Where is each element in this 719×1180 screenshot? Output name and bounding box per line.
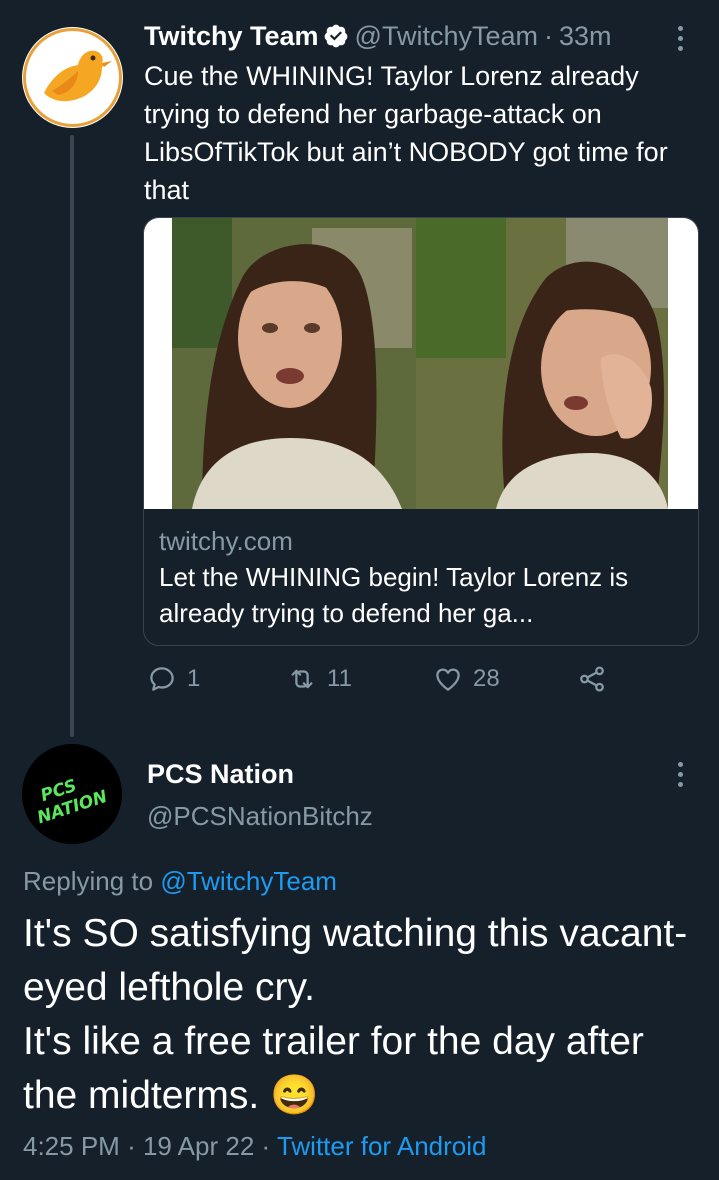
reply-count: 1: [187, 665, 201, 692]
share-icon: [580, 666, 604, 692]
retweet-count: 11: [327, 665, 352, 692]
author-name[interactable]: PCS Nation: [147, 756, 294, 792]
replying-prefix: Replying to: [23, 866, 154, 896]
tweet1-actions: 1 11 28: [147, 664, 617, 704]
twitchy-avatar[interactable]: [22, 27, 123, 128]
separator: ·: [127, 1131, 136, 1161]
tweet2-text-line2-content: It's like a free trailer for the day aft…: [23, 1020, 644, 1117]
card-photo-right: [416, 218, 668, 509]
tweet-time: 4:25 PM: [23, 1131, 120, 1161]
twitchy-bird-icon: [23, 28, 122, 127]
tweet1-header: Twitchy Team @TwitchyTeam · 33m: [144, 18, 612, 54]
card-meta: twitchy.com Let the WHINING begin! Taylo…: [159, 523, 689, 631]
retweet-button[interactable]: 11: [287, 664, 352, 694]
card-title: Let the WHINING begin! Taylor Lorenz is …: [159, 562, 629, 628]
verified-badge-icon: [324, 24, 347, 48]
share-button[interactable]: [577, 664, 607, 694]
link-card[interactable]: twitchy.com Let the WHINING begin! Taylo…: [143, 217, 699, 646]
separator: ·: [261, 1131, 271, 1161]
reply-button[interactable]: 1: [147, 664, 200, 694]
pcs-nation-logo: PCS NATION: [22, 744, 122, 844]
tweet1-text: Cue the WHINING! Taylor Lorenz already t…: [144, 61, 668, 205]
retweet-icon: [291, 669, 313, 689]
tweet2-text-line1: It's SO satisfying watching this vacant-…: [23, 912, 688, 1009]
like-count: 28: [473, 665, 500, 692]
reply-icon: [150, 667, 174, 691]
card-domain: twitchy.com: [159, 526, 293, 556]
more-options-icon[interactable]: [678, 26, 688, 56]
tweet2-footer: 4:25 PM · 19 Apr 22 · Twitter for Androi…: [23, 1126, 487, 1166]
replying-mention[interactable]: @TwitchyTeam: [160, 866, 337, 896]
tweet2-text: It's SO satisfying watching this vacant-…: [23, 907, 703, 1123]
card-image: [144, 218, 698, 509]
pcs-nation-avatar[interactable]: PCS NATION: [22, 744, 122, 844]
author-name[interactable]: Twitchy Team: [144, 21, 319, 51]
tweet-time[interactable]: 33m: [559, 21, 612, 51]
tweet2-text-line2: It's like a free trailer for the day aft…: [23, 1015, 703, 1123]
author-handle[interactable]: @TwitchyTeam: [355, 21, 538, 51]
like-icon: [436, 668, 460, 691]
tweet-date: 19 Apr 22: [142, 1131, 255, 1161]
separator: ·: [544, 21, 553, 51]
replying-to: Replying to @TwitchyTeam: [23, 863, 337, 899]
thread-line: [70, 135, 74, 737]
card-photo-left: [172, 218, 416, 509]
tweet-source[interactable]: Twitter for Android: [277, 1131, 487, 1161]
more-options-icon[interactable]: [678, 762, 688, 792]
grinning-emoji: 😄: [270, 1074, 319, 1117]
like-button[interactable]: 28: [433, 664, 500, 694]
author-handle[interactable]: @PCSNationBitchz: [147, 798, 373, 834]
